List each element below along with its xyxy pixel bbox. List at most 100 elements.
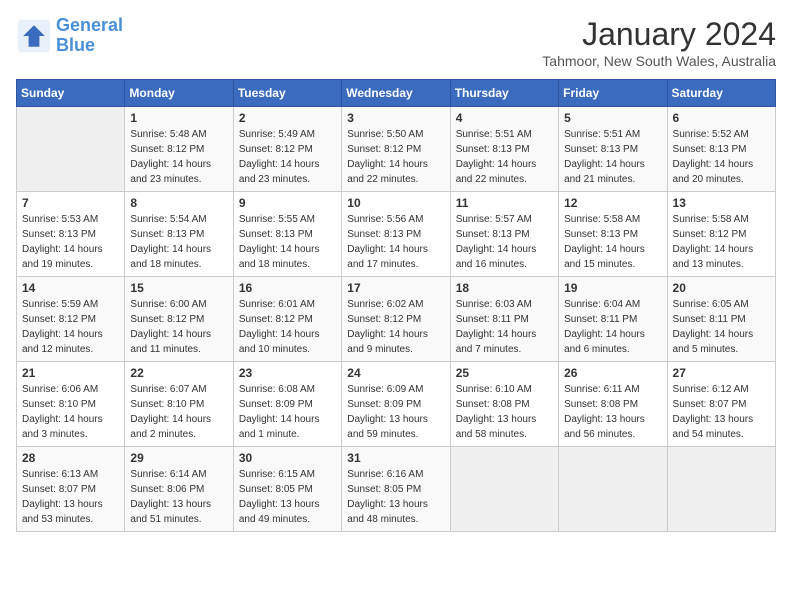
day-number: 7 [22,196,119,210]
day-number: 20 [673,281,770,295]
header-wednesday: Wednesday [342,80,450,107]
calendar-cell: 4 Sunrise: 5:51 AM Sunset: 8:13 PM Dayli… [450,107,558,192]
daylight: Daylight: 14 hours and 1 minute. [239,414,320,440]
day-number: 30 [239,451,336,465]
daylight: Daylight: 14 hours and 10 minutes. [239,329,320,355]
sunrise: Sunrise: 6:14 AM [130,469,206,480]
day-number: 26 [564,366,661,380]
day-number: 18 [456,281,553,295]
day-info: Sunrise: 6:12 AM Sunset: 8:07 PM Dayligh… [673,382,770,442]
day-info: Sunrise: 6:15 AM Sunset: 8:05 PM Dayligh… [239,467,336,527]
sunset: Sunset: 8:09 PM [347,399,421,410]
day-number: 1 [130,111,227,125]
sunrise: Sunrise: 5:52 AM [673,129,749,140]
sunrise: Sunrise: 6:07 AM [130,384,206,395]
day-info: Sunrise: 6:01 AM Sunset: 8:12 PM Dayligh… [239,297,336,357]
day-info: Sunrise: 5:59 AM Sunset: 8:12 PM Dayligh… [22,297,119,357]
sunrise: Sunrise: 6:08 AM [239,384,315,395]
sunrise: Sunrise: 6:10 AM [456,384,532,395]
day-number: 2 [239,111,336,125]
calendar-cell: 25 Sunrise: 6:10 AM Sunset: 8:08 PM Dayl… [450,362,558,447]
page-header: General Blue January 2024 Tahmoor, New S… [16,16,776,69]
calendar-cell: 15 Sunrise: 6:00 AM Sunset: 8:12 PM Dayl… [125,277,233,362]
daylight: Daylight: 13 hours and 58 minutes. [456,414,537,440]
calendar-title: January 2024 [542,16,776,53]
sunrise: Sunrise: 5:51 AM [564,129,640,140]
daylight: Daylight: 14 hours and 9 minutes. [347,329,428,355]
daylight: Daylight: 14 hours and 16 minutes. [456,244,537,270]
day-info: Sunrise: 5:58 AM Sunset: 8:12 PM Dayligh… [673,212,770,272]
header-sunday: Sunday [17,80,125,107]
sunset: Sunset: 8:12 PM [130,314,204,325]
day-info: Sunrise: 6:06 AM Sunset: 8:10 PM Dayligh… [22,382,119,442]
calendar-cell: 17 Sunrise: 6:02 AM Sunset: 8:12 PM Dayl… [342,277,450,362]
sunset: Sunset: 8:10 PM [22,399,96,410]
daylight: Daylight: 14 hours and 19 minutes. [22,244,103,270]
day-number: 8 [130,196,227,210]
sunrise: Sunrise: 5:54 AM [130,214,206,225]
calendar-cell: 8 Sunrise: 5:54 AM Sunset: 8:13 PM Dayli… [125,192,233,277]
daylight: Daylight: 14 hours and 20 minutes. [673,159,754,185]
day-number: 14 [22,281,119,295]
calendar-cell: 11 Sunrise: 5:57 AM Sunset: 8:13 PM Dayl… [450,192,558,277]
day-info: Sunrise: 6:03 AM Sunset: 8:11 PM Dayligh… [456,297,553,357]
calendar-week-5: 28 Sunrise: 6:13 AM Sunset: 8:07 PM Dayl… [17,447,776,532]
daylight: Daylight: 14 hours and 23 minutes. [239,159,320,185]
calendar-week-4: 21 Sunrise: 6:06 AM Sunset: 8:10 PM Dayl… [17,362,776,447]
sunset: Sunset: 8:12 PM [239,314,313,325]
daylight: Daylight: 13 hours and 56 minutes. [564,414,645,440]
sunrise: Sunrise: 5:57 AM [456,214,532,225]
calendar-cell: 30 Sunrise: 6:15 AM Sunset: 8:05 PM Dayl… [233,447,341,532]
day-info: Sunrise: 6:10 AM Sunset: 8:08 PM Dayligh… [456,382,553,442]
calendar-cell: 13 Sunrise: 5:58 AM Sunset: 8:12 PM Dayl… [667,192,775,277]
sunrise: Sunrise: 6:03 AM [456,299,532,310]
sunset: Sunset: 8:13 PM [347,229,421,240]
sunrise: Sunrise: 6:12 AM [673,384,749,395]
day-info: Sunrise: 5:51 AM Sunset: 8:13 PM Dayligh… [564,127,661,187]
title-block: January 2024 Tahmoor, New South Wales, A… [542,16,776,69]
day-info: Sunrise: 5:53 AM Sunset: 8:13 PM Dayligh… [22,212,119,272]
calendar-cell: 27 Sunrise: 6:12 AM Sunset: 8:07 PM Dayl… [667,362,775,447]
day-number: 3 [347,111,444,125]
sunset: Sunset: 8:13 PM [22,229,96,240]
calendar-cell: 23 Sunrise: 6:08 AM Sunset: 8:09 PM Dayl… [233,362,341,447]
daylight: Daylight: 14 hours and 18 minutes. [130,244,211,270]
sunset: Sunset: 8:05 PM [347,484,421,495]
sunrise: Sunrise: 6:05 AM [673,299,749,310]
calendar-cell: 3 Sunrise: 5:50 AM Sunset: 8:12 PM Dayli… [342,107,450,192]
day-info: Sunrise: 5:51 AM Sunset: 8:13 PM Dayligh… [456,127,553,187]
header-monday: Monday [125,80,233,107]
calendar-cell: 5 Sunrise: 5:51 AM Sunset: 8:13 PM Dayli… [559,107,667,192]
logo: General Blue [16,16,123,56]
day-info: Sunrise: 5:48 AM Sunset: 8:12 PM Dayligh… [130,127,227,187]
daylight: Daylight: 13 hours and 53 minutes. [22,499,103,525]
day-number: 16 [239,281,336,295]
daylight: Daylight: 13 hours and 49 minutes. [239,499,320,525]
sunset: Sunset: 8:12 PM [130,144,204,155]
calendar-cell: 12 Sunrise: 5:58 AM Sunset: 8:13 PM Dayl… [559,192,667,277]
day-number: 29 [130,451,227,465]
sunrise: Sunrise: 5:55 AM [239,214,315,225]
day-number: 27 [673,366,770,380]
sunset: Sunset: 8:13 PM [239,229,313,240]
sunrise: Sunrise: 5:56 AM [347,214,423,225]
sunset: Sunset: 8:13 PM [456,229,530,240]
day-number: 15 [130,281,227,295]
header-thursday: Thursday [450,80,558,107]
calendar-cell: 22 Sunrise: 6:07 AM Sunset: 8:10 PM Dayl… [125,362,233,447]
sunrise: Sunrise: 6:13 AM [22,469,98,480]
calendar-week-1: 1 Sunrise: 5:48 AM Sunset: 8:12 PM Dayli… [17,107,776,192]
calendar-week-3: 14 Sunrise: 5:59 AM Sunset: 8:12 PM Dayl… [17,277,776,362]
calendar-cell: 1 Sunrise: 5:48 AM Sunset: 8:12 PM Dayli… [125,107,233,192]
sunset: Sunset: 8:11 PM [673,314,746,325]
day-number: 23 [239,366,336,380]
day-number: 19 [564,281,661,295]
sunrise: Sunrise: 6:02 AM [347,299,423,310]
sunrise: Sunrise: 5:50 AM [347,129,423,140]
daylight: Daylight: 14 hours and 7 minutes. [456,329,537,355]
sunset: Sunset: 8:12 PM [22,314,96,325]
calendar-cell: 6 Sunrise: 5:52 AM Sunset: 8:13 PM Dayli… [667,107,775,192]
daylight: Daylight: 14 hours and 22 minutes. [347,159,428,185]
sunrise: Sunrise: 6:06 AM [22,384,98,395]
sunrise: Sunrise: 5:51 AM [456,129,532,140]
